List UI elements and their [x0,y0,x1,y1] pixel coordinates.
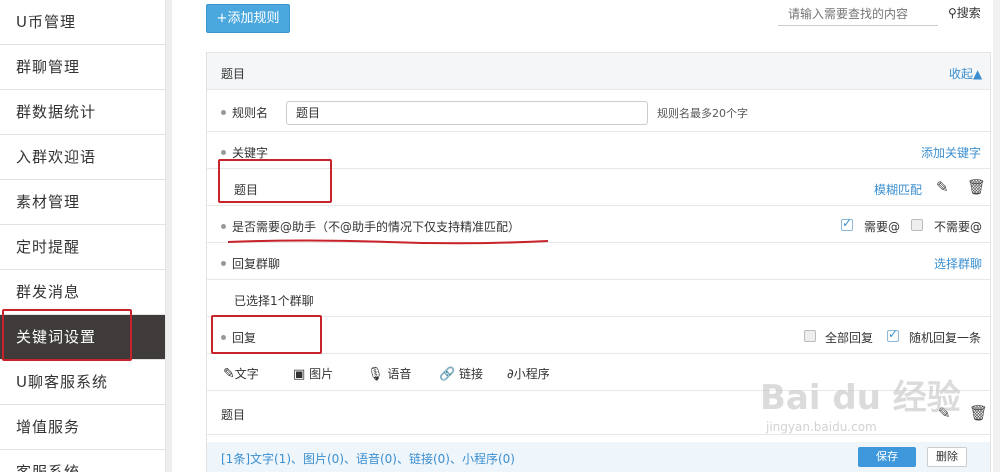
edit-icon[interactable]: ✎ [936,178,949,196]
keyword-label: 关键字 [221,144,268,161]
rule-name-label: 规则名 [221,104,268,121]
panel-title: 题目 [221,67,246,81]
bullet-icon [221,224,226,229]
sidebar-item-broadcast[interactable]: 群发消息 [0,270,165,315]
microphone-icon: 🎙 [367,367,384,382]
reply-random-label: 随机回复一条 [909,331,982,345]
rule-name-row: 规则名 题目 规则名最多20个字 [207,90,990,132]
selected-groups-text: 已选择1个群聊 [234,294,314,308]
reply-all-label: 全部回复 [825,331,874,345]
bullet-icon [221,110,226,115]
sidebar-item-group-stats[interactable]: 群数据统计 [0,90,165,135]
reply-content-text: 题目 [221,408,246,422]
need-at-label: 需要@ [864,220,901,234]
delete-button[interactable]: 删除 [927,447,967,467]
collapse-link[interactable]: 收起▲ [949,65,982,82]
reply-row: 回复 全部回复 随机回复一条 [207,317,990,354]
reply-label: 回复 [221,329,256,346]
page-scrollbar[interactable] [993,0,1000,472]
search-icon: ⚲ [948,6,957,20]
search-label: 搜索 [956,6,981,20]
rule-panel: 题目 收起▲ 规则名 题目 规则名最多20个字 关键字 添加关键字 题目 模糊匹… [206,52,991,472]
sidebar-item-keywords[interactable]: 关键词设置 [0,315,165,360]
keyword-header-row: 关键字 添加关键字 [207,132,990,169]
sidebar-item-uchat-service[interactable]: U聊客服系统 [0,360,165,405]
sidebar-item-reminders[interactable]: 定时提醒 [0,225,165,270]
select-group-link[interactable]: 选择群聊 [934,255,982,272]
reply-all-checkbox[interactable] [804,330,816,342]
rule-name-input[interactable]: 题目 [286,101,648,125]
tab-voice[interactable]: 🎙 语音 [367,365,411,382]
no-need-at-label: 不需要@ [934,220,983,234]
search-button[interactable]: ⚲搜索 [948,4,981,21]
sidebar-item-welcome[interactable]: 入群欢迎语 [0,135,165,180]
sidebar: U币管理 群聊管理 群数据统计 入群欢迎语 素材管理 定时提醒 群发消息 关键词… [0,0,166,472]
reply-random-checkbox[interactable] [887,327,899,342]
sidebar-item-ucoin[interactable]: U币管理 [0,0,165,45]
sidebar-item-customer-service[interactable]: 客服系统 [0,450,165,472]
bullet-icon [221,150,226,155]
tab-text[interactable]: ✎文字 [223,365,259,382]
need-at-checkbox[interactable] [841,216,853,231]
at-assistant-question: 是否需要@助手（不@助手的情况下仅支持精准匹配） [221,218,520,235]
reply-group-label: 回复群聊 [221,255,280,272]
panel-header: 题目 收起▲ [207,53,990,90]
mini-program-icon: ∂ [507,367,514,382]
trash-icon[interactable]: 🗑 [967,178,986,196]
search-input[interactable] [778,2,938,26]
edit-reply-icon[interactable]: ✎ [938,404,951,422]
panel-footer: [1条]文字(1)、图片(0)、语音(0)、链接(0)、小程序(0) 保存 删除 [207,442,990,472]
bullet-icon [221,261,226,266]
selected-groups-row: 已选择1个群聊 [207,280,990,317]
rule-name-hint: 规则名最多20个字 [657,107,748,120]
at-assistant-row: 是否需要@助手（不@助手的情况下仅支持精准匹配） 需要@ 不需要@ [207,206,990,243]
tab-image[interactable]: ▣ 图片 [293,365,333,382]
trash-reply-icon[interactable]: 🗑 [969,404,988,422]
add-rule-button[interactable]: +添加规则 [206,4,290,33]
no-need-at-checkbox[interactable] [911,219,923,231]
sidebar-item-value-added[interactable]: 增值服务 [0,405,165,450]
reply-summary: [1条]文字(1)、图片(0)、语音(0)、链接(0)、小程序(0) [221,452,515,466]
save-button[interactable]: 保存 [858,447,916,467]
bullet-icon [221,335,226,340]
match-mode-link[interactable]: 模糊匹配 [874,181,922,198]
reply-content-row: 题目 ✎ 🗑 [207,391,990,435]
image-icon: ▣ [293,367,306,382]
main-content: +添加规则 ⚲搜索 题目 收起▲ 规则名 题目 规则名最多20个字 关键字 添加… [206,0,1000,472]
keyword-row: 题目 模糊匹配 ✎ 🗑 [207,169,990,206]
keyword-value: 题目 [234,183,259,197]
link-icon: 🔗 [439,367,456,382]
add-keyword-link[interactable]: 添加关键字 [921,144,981,161]
pencil-icon: ✎ [223,366,235,382]
tab-link[interactable]: 🔗 链接 [439,365,483,382]
reply-type-tabs: ✎文字 ▣ 图片 🎙 语音 🔗 链接 ∂小程序 [207,354,990,391]
tab-mini-program[interactable]: ∂小程序 [507,365,550,382]
sidebar-item-materials[interactable]: 素材管理 [0,180,165,225]
sidebar-scrollbar[interactable] [166,0,172,472]
reply-group-row: 回复群聊 选择群聊 [207,243,990,280]
sidebar-item-group-chat[interactable]: 群聊管理 [0,45,165,90]
